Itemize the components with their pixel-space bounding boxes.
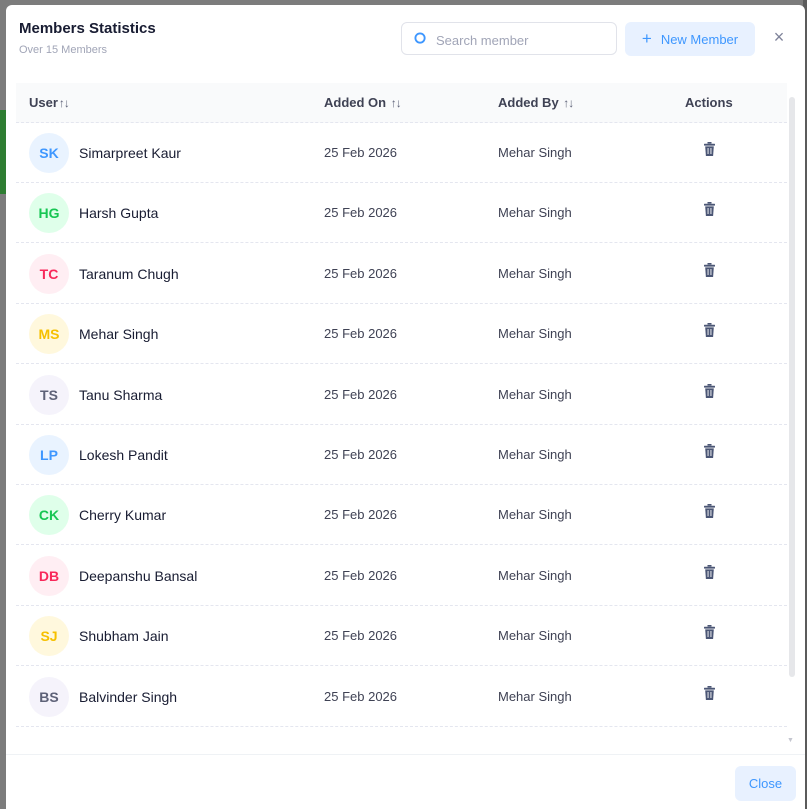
user-name: Lokesh Pandit bbox=[79, 447, 168, 463]
added-by-user: Mehar Singh bbox=[498, 507, 572, 523]
avatar: HG bbox=[29, 193, 69, 234]
user-name: Balvinder Singh bbox=[79, 688, 178, 705]
added-by-user: Mehar Singh bbox=[498, 628, 572, 644]
user-name: Simarpreet Kaur bbox=[79, 145, 181, 161]
table-row: TC Taranum Chugh 25 Feb 2026 Mehar Singh bbox=[16, 244, 787, 304]
added-on-date: 25 Feb 2026 bbox=[324, 507, 398, 523]
column-user[interactable]: User↑↓ bbox=[29, 95, 70, 110]
added-on-date: 25 Feb 2026 bbox=[324, 386, 398, 402]
trash-icon[interactable] bbox=[704, 685, 715, 700]
avatar: TC bbox=[29, 253, 69, 294]
added-by-user: Mehar Singh bbox=[498, 265, 572, 281]
search-icon bbox=[414, 32, 426, 44]
trash-icon[interactable] bbox=[704, 504, 715, 519]
modal-subtitle: Over 15 Members bbox=[19, 44, 108, 56]
sort-icon: ↑↓ bbox=[58, 96, 70, 110]
sort-icon: ↑↓ bbox=[390, 96, 402, 110]
user-name: Tanu Sharma bbox=[79, 386, 163, 403]
added-on-date: 25 Feb 2026 bbox=[324, 265, 398, 281]
table-row: MS Mehar Singh 25 Feb 2026 Mehar Singh bbox=[16, 304, 787, 365]
added-on-date: 25 Feb 2026 bbox=[324, 447, 398, 462]
added-on-date: 25 Feb 2026 bbox=[324, 326, 398, 342]
column-added-by[interactable]: Added By ↑↓ bbox=[498, 95, 574, 110]
modal-header: Members Statistics Over 15 Members + New… bbox=[6, 5, 805, 75]
user-name: Taranum Chugh bbox=[79, 265, 179, 282]
user-name: Cherry Kumar bbox=[79, 507, 167, 524]
new-member-button[interactable]: + New Member bbox=[625, 22, 755, 56]
avatar: MS bbox=[29, 314, 69, 355]
sort-icon: ↑↓ bbox=[563, 96, 574, 110]
trash-icon[interactable] bbox=[704, 323, 715, 338]
members-modal: Members Statistics Over 15 Members + New… bbox=[6, 5, 805, 809]
added-on-date: 25 Feb 2026 bbox=[324, 628, 398, 644]
added-by-user: Mehar Singh bbox=[498, 688, 572, 704]
trash-icon[interactable] bbox=[704, 262, 715, 277]
added-by-user: Mehar Singh bbox=[498, 205, 572, 221]
search-input[interactable] bbox=[434, 28, 613, 52]
trash-icon[interactable] bbox=[704, 142, 715, 156]
column-actions: Actions bbox=[685, 95, 733, 110]
avatar: BS bbox=[29, 676, 69, 717]
added-by-user: Mehar Singh bbox=[498, 447, 572, 462]
avatar: TS bbox=[29, 374, 69, 415]
table-row: TS Tanu Sharma 25 Feb 2026 Mehar Singh bbox=[16, 365, 787, 425]
avatar: SJ bbox=[29, 616, 69, 657]
avatar: LP bbox=[29, 435, 69, 475]
plus-icon: + bbox=[641, 29, 652, 48]
close-icon[interactable]: × bbox=[771, 28, 787, 46]
added-on-date: 25 Feb 2026 bbox=[324, 567, 398, 583]
members-table: User↑↓ Added On ↑↓ Added By ↑↓ Actions S… bbox=[16, 83, 787, 751]
table-row: SK Simarpreet Kaur 25 Feb 2026 Mehar Sin… bbox=[16, 123, 787, 183]
new-member-label: New Member bbox=[660, 31, 739, 47]
scroll-down-icon[interactable]: ▼ bbox=[787, 737, 794, 744]
close-button[interactable]: Close bbox=[735, 766, 796, 801]
added-by-user: Mehar Singh bbox=[498, 145, 572, 160]
table-header: User↑↓ Added On ↑↓ Added By ↑↓ Actions bbox=[16, 83, 787, 123]
user-name: Harsh Gupta bbox=[79, 205, 159, 222]
trash-icon[interactable] bbox=[704, 444, 715, 458]
table-row: BS Balvinder Singh 25 Feb 2026 Mehar Sin… bbox=[16, 667, 787, 727]
modal-footer: Close bbox=[6, 754, 805, 809]
added-by-user: Mehar Singh bbox=[498, 326, 572, 342]
trash-icon[interactable] bbox=[704, 202, 715, 217]
avatar: CK bbox=[29, 495, 69, 536]
table-row: CK Cherry Kumar 25 Feb 2026 Mehar Singh bbox=[16, 485, 787, 546]
added-on-date: 25 Feb 2026 bbox=[324, 688, 398, 704]
table-row: HG Harsh Gupta 25 Feb 2026 Mehar Singh bbox=[16, 183, 787, 244]
search-box[interactable] bbox=[401, 22, 617, 55]
added-on-date: 25 Feb 2026 bbox=[324, 205, 398, 221]
column-added-on[interactable]: Added On ↑↓ bbox=[324, 95, 402, 110]
table-row: DB Deepanshu Bansal 25 Feb 2026 Mehar Si… bbox=[16, 546, 787, 606]
trash-icon[interactable] bbox=[704, 564, 715, 579]
added-by-user: Mehar Singh bbox=[498, 386, 572, 402]
added-on-date: 25 Feb 2026 bbox=[324, 145, 398, 160]
table-scrollbar[interactable] bbox=[789, 97, 795, 677]
added-by-user: Mehar Singh bbox=[498, 567, 572, 583]
modal-title: Members Statistics bbox=[19, 20, 156, 37]
avatar: SK bbox=[29, 133, 69, 173]
user-name: Shubham Jain bbox=[79, 628, 169, 645]
user-name: Deepanshu Bansal bbox=[79, 567, 198, 584]
avatar: DB bbox=[29, 555, 69, 596]
trash-icon[interactable] bbox=[704, 383, 715, 398]
user-name: Mehar Singh bbox=[79, 326, 159, 343]
table-row: SJ Shubham Jain 25 Feb 2026 Mehar Singh bbox=[16, 606, 787, 667]
trash-icon[interactable] bbox=[704, 625, 715, 640]
table-row: LP Lokesh Pandit 25 Feb 2026 Mehar Singh bbox=[16, 425, 787, 485]
